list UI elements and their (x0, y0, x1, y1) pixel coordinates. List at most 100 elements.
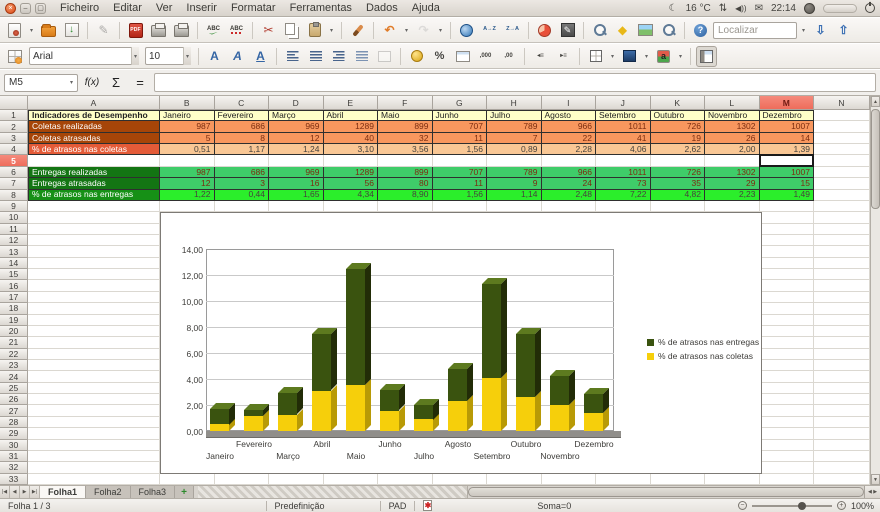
cell-A9[interactable] (28, 201, 160, 212)
cell-N23[interactable] (814, 360, 870, 371)
cell-A15[interactable] (28, 269, 160, 280)
cell-J8[interactable]: 7,22 (596, 190, 651, 201)
cell-I1[interactable]: Agosto (542, 110, 597, 121)
cell-K3[interactable]: 19 (651, 133, 706, 144)
cell-A25[interactable] (28, 383, 160, 394)
row-header-4[interactable]: 4 (0, 144, 28, 155)
chevron-down-icon[interactable]: ▾ (70, 79, 73, 86)
cell-N1[interactable] (814, 110, 870, 121)
paste-button[interactable] (304, 20, 325, 41)
cell-M28[interactable] (760, 417, 815, 428)
cell-N27[interactable] (814, 405, 870, 416)
cell-A16[interactable] (28, 280, 160, 291)
cell-N2[interactable] (814, 121, 870, 132)
cell-F8[interactable]: 8,90 (378, 190, 433, 201)
row-header-8[interactable]: 8 (0, 190, 28, 201)
show-draw-functions-button[interactable]: ✎ (557, 20, 578, 41)
cell-E8[interactable]: 4,34 (324, 190, 379, 201)
cell-M27[interactable] (760, 405, 815, 416)
cell-M13[interactable] (760, 246, 815, 257)
zoom-level[interactable]: 100% (851, 501, 874, 511)
cell-F2[interactable]: 899 (378, 121, 433, 132)
clone-formatting-button[interactable] (347, 20, 368, 41)
insert-chart-button[interactable] (534, 20, 555, 41)
cell-H9[interactable] (487, 201, 542, 212)
cell-B5[interactable] (160, 155, 215, 166)
cell-A20[interactable] (28, 326, 160, 337)
cell-A33[interactable] (28, 474, 160, 485)
gallery-button[interactable] (635, 20, 656, 41)
window-minimize-button[interactable]: – (20, 3, 31, 14)
cell-A17[interactable] (28, 292, 160, 303)
column-header-C[interactable]: C (215, 96, 270, 110)
column-header-I[interactable]: I (542, 96, 597, 110)
cell-A29[interactable] (28, 428, 160, 439)
find-text-input[interactable] (713, 22, 797, 39)
cell-M21[interactable] (760, 337, 815, 348)
cell-G7[interactable]: 11 (433, 178, 488, 189)
column-header-H[interactable]: H (487, 96, 542, 110)
session-icon[interactable] (804, 3, 815, 14)
cell-F33[interactable] (378, 474, 433, 485)
cell-L4[interactable]: 2,00 (705, 144, 760, 155)
cell-H33[interactable] (487, 474, 542, 485)
cell-A27[interactable] (28, 405, 160, 416)
cell-A26[interactable] (28, 394, 160, 405)
percent-format-button[interactable]: % (429, 46, 450, 67)
cell-L9[interactable] (705, 201, 760, 212)
align-center-button[interactable] (305, 46, 326, 67)
cell-L6[interactable]: 1302 (705, 167, 760, 178)
cell-N15[interactable] (814, 269, 870, 280)
cell-M7[interactable]: 15 (760, 178, 815, 189)
chevron-down-icon[interactable]: ▾ (183, 47, 191, 65)
cell-H6[interactable]: 789 (487, 167, 542, 178)
row-header-6[interactable]: 6 (0, 167, 28, 178)
cell-G4[interactable]: 1,56 (433, 144, 488, 155)
cell-G5[interactable] (433, 155, 488, 166)
cell-M17[interactable] (760, 292, 815, 303)
add-sheet-button[interactable]: + (175, 486, 194, 498)
cell-I5[interactable] (542, 155, 597, 166)
sheet-tab-folha1[interactable]: Folha1 (40, 486, 86, 498)
font-name-combo[interactable]: Arial▾ (29, 47, 139, 65)
cell-F1[interactable]: Maio (378, 110, 433, 121)
horizontal-scrollbar-thumb[interactable] (468, 487, 864, 497)
cell-M11[interactable] (760, 224, 815, 235)
cell-L33[interactable] (705, 474, 760, 485)
cell-M24[interactable] (760, 371, 815, 382)
borders-button[interactable] (585, 46, 606, 67)
cell-N28[interactable] (814, 417, 870, 428)
cell-J6[interactable]: 1011 (596, 167, 651, 178)
italic-button[interactable]: A (227, 46, 248, 67)
cell-N4[interactable] (814, 144, 870, 155)
cell-M19[interactable] (760, 315, 815, 326)
row-header-16[interactable]: 16 (0, 280, 28, 291)
row-header-25[interactable]: 25 (0, 383, 28, 394)
cell-C9[interactable] (215, 201, 270, 212)
zoom-slider-thumb[interactable] (798, 502, 806, 510)
cell-D4[interactable]: 1,24 (269, 144, 324, 155)
cell-M32[interactable] (760, 462, 815, 473)
spelling-button[interactable]: ABC (203, 20, 224, 41)
cell-A24[interactable] (28, 371, 160, 382)
cell-N12[interactable] (814, 235, 870, 246)
row-header-3[interactable]: 3 (0, 133, 28, 144)
temperature-indicator[interactable]: 16 °C (686, 3, 711, 14)
equals-button[interactable]: = (130, 73, 150, 93)
cell-H7[interactable]: 9 (487, 178, 542, 189)
cell-D9[interactable] (269, 201, 324, 212)
column-header-B[interactable]: B (160, 96, 215, 110)
cell-N9[interactable] (814, 201, 870, 212)
cell-A28[interactable] (28, 417, 160, 428)
bold-button[interactable]: A (204, 46, 225, 67)
cell-M3[interactable]: 14 (760, 133, 815, 144)
save-button[interactable]: ↓ (61, 20, 82, 41)
row-header-12[interactable]: 12 (0, 235, 28, 246)
cell-A23[interactable] (28, 360, 160, 371)
borders-dropdown[interactable]: ▾ (608, 46, 617, 66)
cell-N32[interactable] (814, 462, 870, 473)
cell-N11[interactable] (814, 224, 870, 235)
hyperlink-button[interactable] (456, 20, 477, 41)
page-style[interactable]: Predefinição (275, 501, 325, 511)
sum-button[interactable]: Σ (106, 73, 126, 93)
